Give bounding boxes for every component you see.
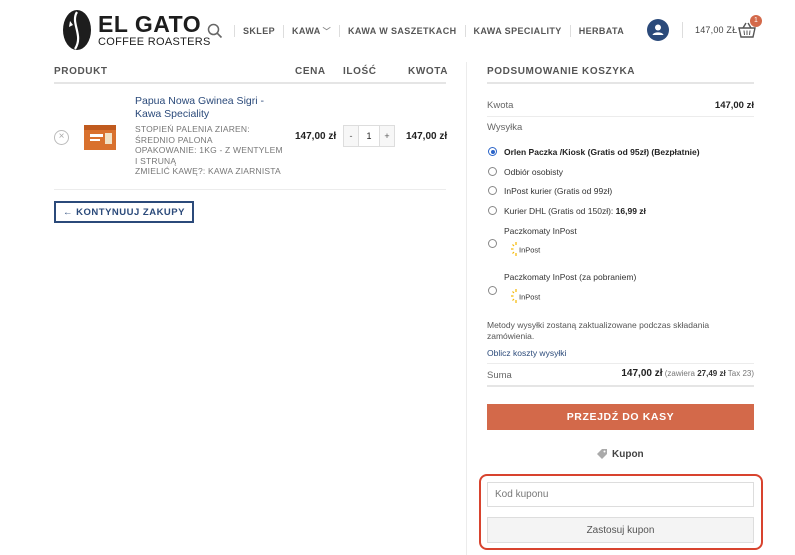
remove-item-button[interactable]: × — [54, 130, 69, 145]
shipping-label: Wysyłka — [487, 122, 523, 133]
shipping-radio-paczkomaty[interactable] — [488, 239, 497, 248]
quantity-decrease-button[interactable]: - — [344, 126, 358, 146]
total-value-group: 147,00 zł (zawiera 27,49 zł Tax 23) — [621, 368, 754, 379]
shipping-option-paczkomaty-cod[interactable]: Paczkomaty InPost (za pobraniem) — [504, 272, 636, 282]
chevron-down-icon: ﹀ — [322, 26, 332, 36]
apply-coupon-button[interactable]: Zastosuj kupon — [487, 517, 754, 543]
shipping-radio-paczkomaty-cod[interactable] — [488, 286, 497, 295]
product-thumbnail[interactable] — [82, 119, 118, 155]
tag-icon — [597, 449, 607, 459]
inpost-logo-text: InPost — [519, 293, 541, 302]
continue-shopping-button[interactable]: ← KONTYNUUJ ZAKUPY — [54, 201, 194, 223]
shipping-option-paczkomaty[interactable]: Paczkomaty InPost — [504, 226, 577, 236]
product-attribute-grind: ZMIELIĆ KAWĘ?: KAWA ZIARNISTA — [135, 166, 281, 176]
inpost-logo-icon: InPost — [511, 289, 541, 303]
product-attribute-package: OPAKOWANIE: 1KG - Z WENTYLEM I STRUNĄ — [135, 145, 283, 166]
shipping-option-pickup[interactable]: Odbiór osobisty — [504, 167, 563, 177]
brand-subtitle: COFFEE ROASTERS — [98, 36, 211, 48]
nav-item-sklep[interactable]: SKLEP — [234, 25, 283, 37]
shipping-option-inpost-courier[interactable]: InPost kurier (Gratis od 99zł) — [504, 186, 612, 196]
search-icon[interactable] — [206, 22, 224, 40]
checkout-button[interactable]: PRZEJDŹ DO KASY — [487, 404, 754, 430]
item-price: 147,00 zł — [295, 131, 337, 142]
nav-item-kawa-label: KAWA — [292, 25, 321, 36]
shipping-radio-pickup[interactable] — [488, 167, 497, 176]
table-row-divider — [54, 189, 446, 190]
summary-header-divider — [487, 82, 754, 84]
header-divider — [682, 22, 683, 38]
tax-prefix: (zawiera — [664, 369, 695, 378]
inpost-logo-icon: InPost — [511, 242, 541, 256]
shipping-option-dhl[interactable]: Kurier DHL (Gratis od 150zł): 16,99 zł — [504, 206, 646, 216]
shipping-option-dhl-price: 16,99 zł — [615, 206, 646, 216]
quantity-increase-button[interactable]: + — [380, 126, 394, 146]
nav-item-kawa[interactable]: KAWA ﹀ — [283, 24, 339, 38]
shipping-radio-inpost-courier[interactable] — [488, 186, 497, 195]
subtotal-label: Kwota — [487, 100, 514, 111]
subtotal-value: 147,00 zł — [714, 100, 754, 111]
column-divider — [466, 62, 467, 555]
summary-divider — [487, 116, 754, 117]
item-subtotal: 147,00 zł — [406, 131, 448, 142]
inpost-logo-text: InPost — [519, 246, 541, 255]
quantity-stepper: - 1 + — [343, 125, 395, 147]
summary-divider — [487, 363, 754, 364]
quantity-input[interactable]: 1 — [358, 126, 380, 146]
cart-summary-title: PODSUMOWANIE KOSZYKA — [487, 66, 636, 77]
coupon-code-input[interactable] — [487, 482, 754, 507]
product-attribute-roast: STOPIEŃ PALENIA ZIAREN: ŚREDNIO PALONA — [135, 124, 250, 145]
column-header-product: PRODUKT — [54, 66, 108, 77]
account-button[interactable] — [647, 19, 669, 41]
header-cart-total[interactable]: 147,00 ZŁ — [695, 25, 737, 35]
coupon-heading: Kupon — [596, 447, 644, 461]
column-header-subtotal: KWOTA — [408, 66, 449, 77]
calculate-shipping-link[interactable]: Oblicz koszty wysyłki — [487, 348, 566, 358]
brand-logo[interactable]: EL GATO COFFEE ROASTERS — [62, 9, 210, 53]
nav-item-kawa-speciality[interactable]: KAWA SPECIALITY — [464, 25, 570, 37]
total-label: Suma — [487, 370, 512, 381]
user-icon — [652, 24, 664, 35]
column-header-quantity: ILOŚĆ — [343, 66, 377, 77]
shipping-radio-orlen[interactable] — [488, 147, 497, 156]
total-value: 147,00 zł — [621, 368, 663, 379]
shipping-radio-dhl[interactable] — [488, 206, 497, 215]
tax-suffix: Tax 23) — [727, 369, 754, 378]
brand-title: EL GATO — [98, 11, 202, 37]
shipping-option-orlen[interactable]: Orlen Paczka /Kiosk (Gratis od 95zł) (Be… — [504, 147, 700, 157]
site-header: EL GATO COFFEE ROASTERS SKLEP KAWA ﹀ KAWA… — [0, 0, 795, 62]
shipping-option-dhl-label: Kurier DHL (Gratis od 150zł): — [504, 206, 614, 216]
nav-item-kawa-w-saszetkach[interactable]: KAWA W SASZETKACH — [339, 25, 464, 37]
tax-value: 27,49 zł — [697, 369, 726, 378]
main-nav: SKLEP KAWA ﹀ KAWA W SASZETKACH KAWA SPECI… — [206, 22, 632, 40]
column-header-price: CENA — [295, 66, 326, 77]
shipping-note: Metody wysyłki zostaną zaktualizowane po… — [487, 320, 710, 341]
coupon-title: Kupon — [612, 448, 644, 460]
table-header-divider — [54, 82, 446, 84]
product-name-link[interactable]: Papua Nowa Gwinea Sigri - Kawa Specialit… — [135, 95, 285, 121]
coffee-bean-logo-icon — [63, 10, 91, 50]
nav-item-herbata[interactable]: HERBATA — [569, 25, 632, 37]
cart-count-badge: 1 — [750, 15, 762, 27]
total-divider — [487, 385, 754, 387]
